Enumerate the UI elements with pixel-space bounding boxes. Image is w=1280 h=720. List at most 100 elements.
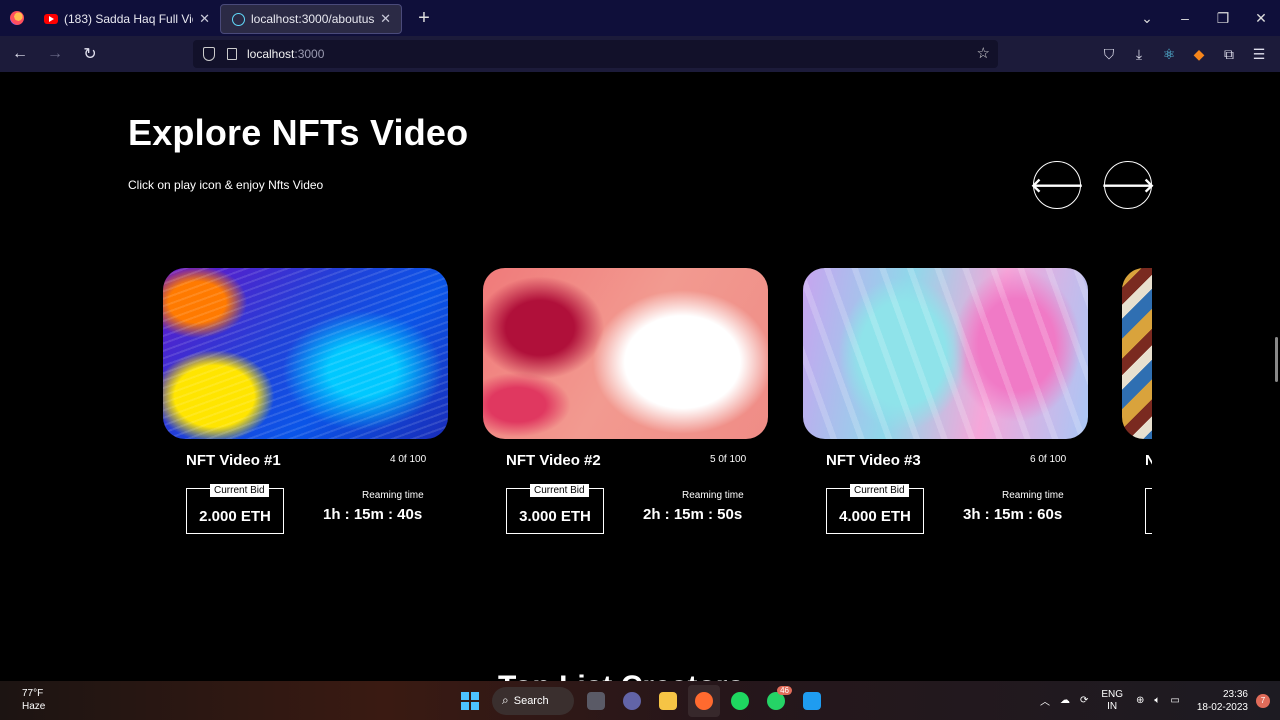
extensions-icon[interactable]: ⧉ <box>1214 46 1244 63</box>
react-icon <box>231 12 245 26</box>
time-label: Reaming time <box>1002 490 1064 501</box>
url-port: :3000 <box>294 47 325 61</box>
react-devtools-icon[interactable]: ⚛ <box>1154 46 1184 63</box>
tab-youtube[interactable]: (183) Sadda Haq Full Video Song ✕ <box>34 4 220 34</box>
metamask-icon[interactable]: ◆ <box>1184 46 1214 63</box>
lang-code: ENG <box>1101 688 1123 700</box>
page-icon[interactable] <box>227 48 237 60</box>
bid-label: Current Bid <box>210 484 269 497</box>
search-label: Search <box>513 694 549 707</box>
current-bid-box: Current Bid 4.000 ETH <box>826 484 924 534</box>
teams-chat-icon[interactable] <box>616 685 648 717</box>
url-bar[interactable]: localhost:3000 ☆ <box>193 40 998 68</box>
url-host: localhost <box>247 47 295 61</box>
system-tray: ︿ ☁ ⟳ ENG IN ⊕ 🔈︎ ▭ 23:36 18-02-2023 7 <box>1035 681 1280 720</box>
arrow-left-icon: 🡐 <box>1030 174 1084 197</box>
tab-title: (183) Sadda Haq Full Video Song <box>64 12 193 26</box>
forward-button[interactable]: → <box>40 39 70 69</box>
whatsapp-badge: 46 <box>777 685 792 695</box>
nft-card[interactable]: N <box>1122 268 1152 534</box>
nft-card[interactable]: NFT Video #2 5 0f 100 Current Bid 3.000 … <box>483 268 768 534</box>
onedrive-icon[interactable]: ☁ <box>1060 695 1070 706</box>
nft-video-thumbnail[interactable] <box>163 268 448 439</box>
pocket-icon[interactable]: ⛉ <box>1094 46 1124 63</box>
bid-value: 3.000 ETH <box>519 508 591 525</box>
firefox-taskbar-icon[interactable] <box>688 684 720 717</box>
nft-card[interactable]: NFT Video #3 6 0f 100 Current Bid 4.000 … <box>803 268 1088 534</box>
start-button[interactable] <box>454 685 486 717</box>
bid-value: 4.000 ETH <box>839 508 911 525</box>
nft-card-count: 6 0f 100 <box>1030 454 1067 465</box>
weather-widget[interactable]: 77°F Haze <box>22 687 45 713</box>
nft-card[interactable]: NFT Video #1 4 0f 100 Current Bid 2.000 … <box>163 268 448 534</box>
restore-icon[interactable]: ❐ <box>1204 10 1242 27</box>
weather-desc: Haze <box>22 701 46 712</box>
tab-title: localhost:3000/aboutus <box>251 12 375 26</box>
vscode-icon[interactable] <box>796 685 828 717</box>
current-bid-box <box>1145 488 1152 534</box>
task-view-icon[interactable] <box>580 685 612 717</box>
next-slide-button[interactable]: 🡒 <box>1101 161 1155 209</box>
whatsapp-icon[interactable]: 46 <box>760 685 792 717</box>
reload-button[interactable]: ↻ <box>75 39 105 69</box>
bid-label: Current Bid <box>850 484 909 497</box>
nft-card-count: 5 0f 100 <box>710 454 747 465</box>
windows-icon <box>461 691 479 710</box>
new-tab-button[interactable]: + <box>412 7 436 30</box>
network-icon[interactable]: ⊕ <box>1136 695 1144 706</box>
bid-label: Current Bid <box>530 484 589 497</box>
current-bid-box: Current Bid 3.000 ETH <box>506 484 604 534</box>
browser-tab-bar: (183) Sadda Haq Full Video Song ✕ localh… <box>0 0 1280 36</box>
language-indicator[interactable]: ENG IN <box>1101 689 1123 713</box>
arrow-right-icon: 🡒 <box>1101 174 1155 197</box>
taskbar: 77°F Haze ⌕ Search 46 ︿ ☁ ⟳ ENG IN ⊕ 🔈︎ … <box>0 681 1280 720</box>
file-explorer-icon[interactable] <box>652 685 684 717</box>
nft-video-thumbnail[interactable] <box>803 268 1088 439</box>
bid-value: 2.000 ETH <box>199 508 271 525</box>
page-scrollbar[interactable] <box>1275 337 1278 382</box>
time-label: Reaming time <box>682 490 744 501</box>
minimize-icon[interactable]: – <box>1166 10 1204 26</box>
nft-card-count: 4 0f 100 <box>390 454 427 465</box>
time-value: 1h : 15m : 40s <box>323 506 423 523</box>
shield-icon[interactable] <box>203 47 215 61</box>
nft-carousel: NFT Video #1 4 0f 100 Current Bid 2.000 … <box>163 268 1152 548</box>
notification-badge[interactable]: 7 <box>1256 693 1270 708</box>
taskbar-apps: ⌕ Search 46 <box>452 681 830 720</box>
clock-date: 18-02-2023 <box>1196 701 1248 713</box>
sync-icon[interactable]: ⟳ <box>1080 695 1088 706</box>
tab-list-icon[interactable]: ⌄ <box>1128 10 1166 27</box>
page-subtitle: Click on play icon & enjoy Nfts Video <box>128 178 324 192</box>
time-label: Reaming time <box>362 490 424 501</box>
downloads-icon[interactable]: ⤓ <box>1124 46 1154 63</box>
spotify-icon[interactable] <box>724 685 756 717</box>
nft-card-title: NFT Video #1 <box>186 452 281 469</box>
nft-video-thumbnail[interactable] <box>483 268 768 439</box>
page-title: Explore NFTs Video <box>128 112 469 153</box>
time-value: 2h : 15m : 50s <box>643 506 743 523</box>
weather-temp: 77°F <box>22 688 44 699</box>
current-bid-box: Current Bid 2.000 ETH <box>186 484 284 534</box>
page-content: Explore NFTs Video Click on play icon & … <box>0 72 1280 681</box>
close-tab-icon[interactable]: ✕ <box>199 11 210 27</box>
back-button[interactable]: ← <box>5 39 35 69</box>
nft-card-title: NFT Video #3 <box>826 452 921 469</box>
prev-slide-button[interactable]: 🡐 <box>1030 161 1084 209</box>
time-value: 3h : 15m : 60s <box>963 506 1063 523</box>
close-window-icon[interactable]: ✕ <box>1242 10 1280 27</box>
menu-icon[interactable]: ☰ <box>1244 46 1274 63</box>
toolbar-icons: ⛉ ⤓ ⚛ ◆ ⧉ ☰ <box>1094 36 1274 72</box>
bookmark-star-icon[interactable]: ☆ <box>977 44 990 62</box>
firefox-icon[interactable] <box>0 0 34 36</box>
taskbar-search[interactable]: ⌕ Search <box>492 686 574 715</box>
nft-card-title: NFT Video #2 <box>506 452 601 469</box>
battery-icon[interactable]: ▭ <box>1170 695 1179 706</box>
tab-aboutus[interactable]: localhost:3000/aboutus ✕ <box>220 4 402 34</box>
close-tab-icon[interactable]: ✕ <box>380 11 391 27</box>
tray-overflow-icon[interactable]: ︿ <box>1040 693 1050 708</box>
volume-icon[interactable]: 🔈︎ <box>1154 695 1160 706</box>
clock[interactable]: 23:36 18-02-2023 <box>1197 688 1248 714</box>
nft-video-thumbnail[interactable] <box>1122 268 1152 439</box>
clock-time: 23:36 <box>1222 688 1248 700</box>
browser-nav-bar: ← → ↻ localhost:3000 ☆ ⛉ ⤓ ⚛ ◆ ⧉ ☰ <box>0 36 1280 72</box>
